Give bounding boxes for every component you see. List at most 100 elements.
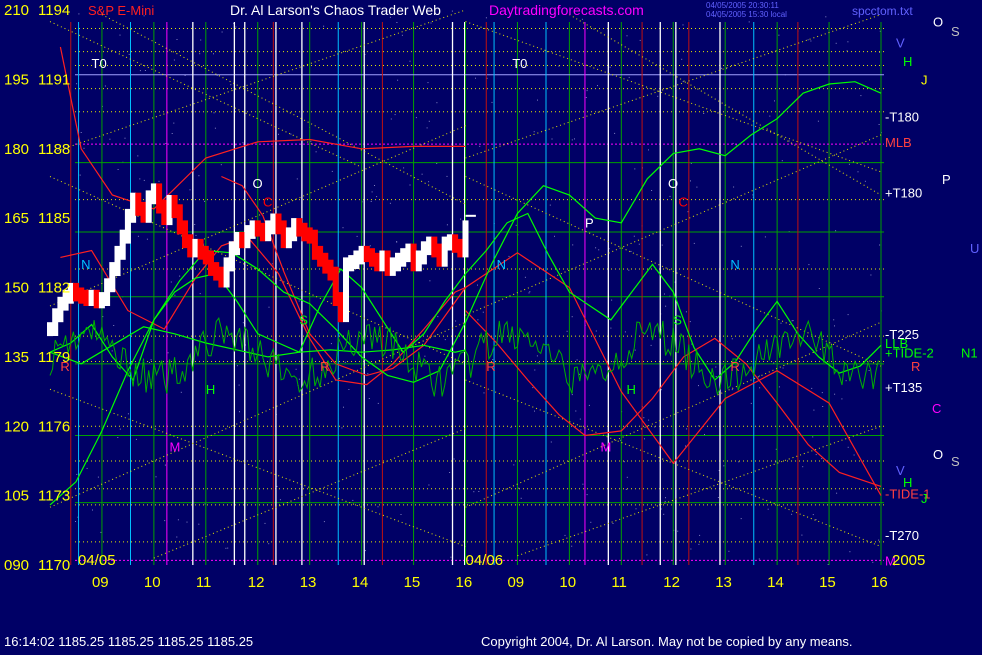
x-hour-label-3: 12: [248, 574, 265, 591]
star-dot: [100, 531, 102, 533]
star-dot: [139, 70, 141, 72]
star-dot: [200, 39, 202, 41]
star-dot: [482, 311, 484, 313]
chaos-trader-chart: T0 T0O OPC CN N NS SR R R RH HM MOSVHJ-T180MLBP+T18…: [0, 0, 982, 650]
x-hour-label-13: 14: [767, 574, 784, 591]
star-dot: [221, 31, 223, 33]
star-dot: [290, 133, 292, 135]
star-dot: [685, 311, 687, 313]
star-dot: [426, 127, 428, 129]
in-chart-label-6: C: [678, 195, 687, 210]
star-dot: [549, 204, 551, 206]
star-dot: [626, 35, 628, 37]
star-dot: [117, 169, 119, 170]
star-dot: [242, 142, 244, 144]
star-dot: [450, 556, 452, 558]
star-dot: [698, 543, 700, 545]
star-dot: [775, 461, 777, 463]
copyright-notice: Copyright 2004, Dr. Al Larson. May not b…: [481, 634, 852, 649]
price-bar-36: [234, 232, 240, 256]
in-chart-label-15: R: [730, 359, 739, 374]
star-dot: [403, 167, 405, 169]
price-bar-68: [400, 248, 407, 267]
star-dot: [635, 508, 637, 510]
price-bar-20: [150, 183, 157, 205]
star-dot: [239, 411, 240, 413]
star-dot: [227, 547, 229, 549]
star-dot: [818, 288, 820, 289]
star-dot: [879, 244, 881, 246]
star-dot: [127, 413, 129, 415]
price-bar-66: [389, 257, 396, 276]
price-bar-15: [124, 208, 131, 244]
star-dot: [872, 561, 874, 563]
data-file-name: spcctom.txt: [852, 4, 913, 18]
star-dot: [436, 163, 438, 164]
star-dot: [415, 117, 417, 119]
price-bar-59: [353, 250, 360, 269]
star-dot: [124, 137, 126, 139]
star-dot: [446, 224, 448, 226]
star-dot: [731, 389, 733, 391]
star-dot: [698, 385, 699, 387]
star-dot: [473, 491, 475, 493]
star-dot: [878, 539, 880, 541]
star-dot: [612, 523, 614, 524]
star-dot: [409, 184, 411, 186]
star-dot: [696, 186, 698, 188]
x-hour-label-0: 09: [92, 574, 109, 591]
star-dot: [657, 95, 659, 97]
star-dot: [483, 392, 485, 394]
site-link[interactable]: Daytradingforecasts.com: [489, 2, 644, 18]
symbol-label: S&P E-Mini: [88, 3, 154, 18]
price-bar-44: [275, 213, 282, 235]
star-dot: [76, 83, 78, 85]
star-dot: [849, 551, 851, 553]
star-dot: [566, 330, 568, 332]
status-readout: 16:14:02 1185.25 1185.25 1185.25 1185.25: [4, 634, 253, 649]
star-dot: [194, 224, 196, 225]
star-dot: [581, 18, 583, 20]
star-dot: [396, 241, 398, 243]
star-dot: [791, 513, 793, 515]
in-chart-label-19: M: [601, 440, 612, 455]
price-bar-34: [223, 257, 230, 288]
star-dot: [371, 191, 373, 193]
price-bar-57: [343, 257, 349, 323]
right-label-5: -T180: [885, 109, 919, 124]
price-bar-29: [197, 238, 204, 260]
star-dot: [180, 391, 182, 393]
star-dot: [427, 82, 429, 84]
star-dot: [613, 361, 615, 363]
price-bar-11: [104, 278, 111, 306]
star-dot: [585, 97, 587, 98]
star-dot: [75, 521, 76, 522]
star-dot: [864, 180, 866, 182]
star-dot: [586, 494, 588, 496]
price-bar-47: [291, 218, 298, 242]
in-chart-label-13: R: [320, 359, 329, 374]
star-dot: [421, 173, 423, 175]
price-bar-42: [265, 220, 272, 242]
star-dot: [444, 339, 446, 341]
star-dot: [808, 264, 810, 266]
price-bar-10: [98, 292, 105, 309]
star-dot: [660, 389, 662, 391]
star-dot: [595, 330, 597, 332]
price-bar-45: [280, 220, 287, 249]
y-tick-outer-0: 210: [4, 2, 29, 19]
star-dot: [626, 476, 628, 478]
right-label-14: R: [911, 359, 920, 374]
star-dot: [631, 142, 633, 144]
price-bar-25: [176, 204, 183, 235]
star-dot: [144, 70, 146, 71]
star-dot: [704, 434, 705, 435]
star-dot: [750, 402, 752, 404]
star-dot: [376, 196, 378, 198]
star-dot: [778, 386, 780, 388]
star-dot: [186, 521, 188, 523]
price-bar-35: [228, 241, 235, 272]
star-dot: [721, 67, 722, 69]
star-dot: [651, 190, 653, 191]
star-dot: [681, 58, 683, 60]
